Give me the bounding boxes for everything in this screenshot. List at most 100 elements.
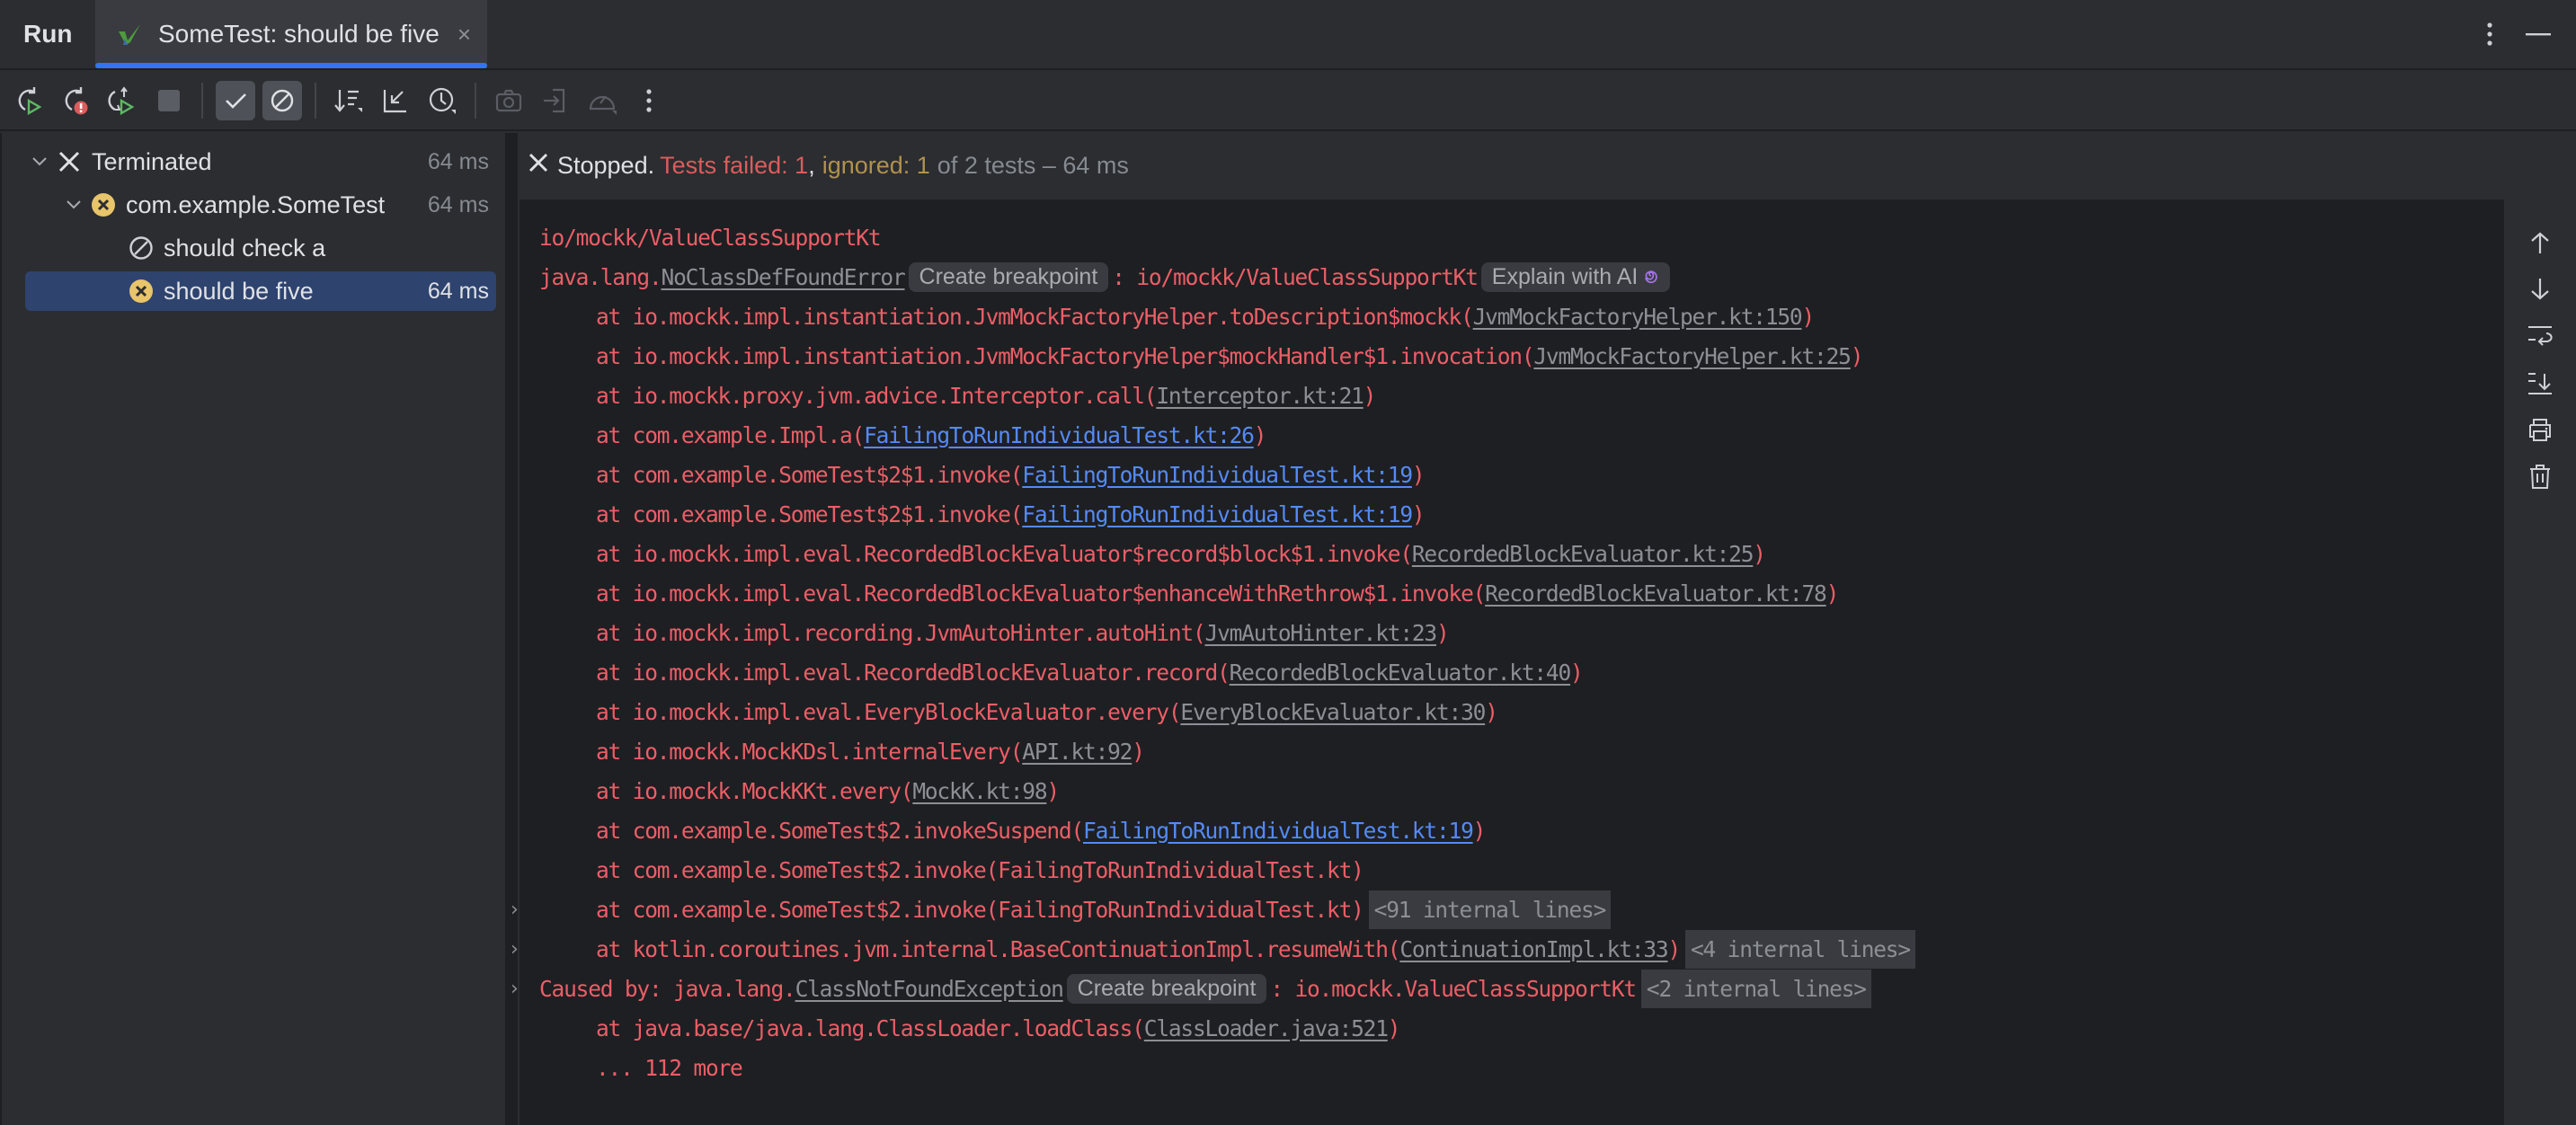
tree-item-duration: 64 ms bbox=[427, 191, 489, 217]
test-ignored-icon bbox=[126, 233, 156, 263]
source-link[interactable]: JvmMockFactoryHelper.kt:150 bbox=[1473, 304, 1803, 330]
frame-method: at com.example.SomeTest$2.invokeSuspend( bbox=[596, 817, 1084, 844]
test-history-button[interactable] bbox=[422, 81, 462, 120]
up-arrow-icon[interactable] bbox=[2522, 225, 2558, 261]
frame-close-paren: ) bbox=[1570, 659, 1584, 686]
tree-item-terminated[interactable]: Terminated 64 ms bbox=[25, 142, 496, 182]
internal-lines-fold[interactable]: <91 internal lines> bbox=[1368, 890, 1612, 929]
chevron-down-icon[interactable] bbox=[59, 199, 88, 210]
tab-sometest-should-be-five[interactable]: SomeTest: should be five × bbox=[95, 0, 487, 68]
source-link[interactable]: FailingToRunIndividualTest.kt:26 bbox=[864, 422, 1255, 448]
toggle-auto-test-button[interactable] bbox=[102, 81, 142, 120]
stack-frame-line: at com.example.SomeTest$2$1.invoke(Faili… bbox=[520, 455, 1426, 494]
soft-wrap-icon[interactable] bbox=[2522, 318, 2558, 354]
stack-frame-line: at io.mockk.proxy.jvm.advice.Interceptor… bbox=[520, 376, 1376, 415]
frame-method: at io.mockk.impl.instantiation.JvmMockFa… bbox=[596, 303, 1474, 330]
frame-close-paren: ) bbox=[1253, 421, 1267, 448]
source-link[interactable]: ClassLoader.java:521 bbox=[1144, 1015, 1389, 1041]
frame-close-paren: ) bbox=[1753, 540, 1766, 567]
sort-button[interactable] bbox=[329, 81, 369, 120]
coverage-button[interactable] bbox=[582, 81, 622, 120]
expand-chevron-icon[interactable]: › bbox=[511, 938, 519, 961]
test-status-bar: Stopped. Tests failed: 1, ignored: 1 of … bbox=[518, 133, 2576, 198]
exception-package: java.lang. bbox=[539, 263, 662, 290]
source-link[interactable]: API.kt:92 bbox=[1022, 739, 1133, 765]
more-vertical-icon[interactable] bbox=[2486, 22, 2493, 46]
splitter[interactable] bbox=[505, 133, 518, 1125]
tree-item-should-be-five[interactable]: should be five 64 ms bbox=[25, 271, 496, 311]
rerun-failed-icon bbox=[65, 87, 88, 115]
status-failed-count: Tests failed: 1 bbox=[660, 151, 809, 179]
stack-frame-line: at io.mockk.impl.eval.EveryBlockEvaluato… bbox=[520, 692, 1498, 731]
console-output[interactable]: io/mockk/ValueClassSupportKt java.lang.N… bbox=[511, 199, 2504, 1125]
test-failed-icon bbox=[126, 276, 156, 306]
source-link[interactable]: FailingToRunIndividualTest.kt:19 bbox=[1022, 501, 1413, 527]
stop-icon bbox=[158, 90, 180, 111]
create-breakpoint-chip[interactable]: Create breakpoint bbox=[1066, 973, 1267, 1004]
explain-with-ai-label: Explain with AI bbox=[1491, 263, 1639, 289]
source-link[interactable]: RecordedBlockEvaluator.kt:25 bbox=[1412, 541, 1754, 567]
frame-close-paren: ) bbox=[1435, 619, 1450, 646]
toolbar-divider bbox=[475, 83, 476, 119]
tree-item-should-check-a[interactable]: should check a bbox=[25, 228, 496, 268]
console-exception-line: java.lang.NoClassDefFoundError Create bre… bbox=[520, 257, 1674, 297]
down-arrow-icon[interactable] bbox=[2522, 271, 2558, 307]
chevron-down-icon[interactable] bbox=[25, 156, 54, 167]
print-icon[interactable] bbox=[2522, 412, 2558, 447]
ai-spiral-icon bbox=[1643, 264, 1659, 290]
explain-with-ai-chip[interactable]: Explain with AI bbox=[1480, 261, 1671, 292]
source-link[interactable]: RecordedBlockEvaluator.kt:40 bbox=[1230, 660, 1572, 686]
source-link[interactable]: FailingToRunIndividualTest.kt:19 bbox=[1083, 818, 1474, 844]
export-results-button[interactable] bbox=[489, 81, 529, 120]
ignored-icon bbox=[271, 89, 294, 112]
scroll-to-end-icon[interactable] bbox=[2522, 365, 2558, 401]
stack-frame-line: at io.mockk.impl.instantiation.JvmMockFa… bbox=[520, 297, 1815, 336]
console-text: io/mockk/ValueClassSupportKt bbox=[539, 224, 882, 251]
source-link[interactable]: FailingToRunIndividualTest.kt:19 bbox=[1022, 462, 1413, 488]
close-icon[interactable]: × bbox=[457, 21, 471, 49]
collapse-all-button[interactable] bbox=[376, 81, 415, 120]
toolbar-more-button[interactable] bbox=[629, 81, 669, 120]
frame-method: at com.example.SomeTest$2.invoke(Failing… bbox=[596, 856, 1364, 883]
internal-lines-fold[interactable]: <4 internal lines> bbox=[1685, 929, 1915, 969]
source-link[interactable]: Interceptor.kt:21 bbox=[1156, 383, 1364, 409]
rerun-failed-button[interactable] bbox=[56, 81, 95, 120]
source-link[interactable]: EveryBlockEvaluator.kt:30 bbox=[1180, 699, 1486, 725]
frame-method: at java.base/java.lang.ClassLoader.loadC… bbox=[596, 1014, 1145, 1041]
frame-close-paren: ) bbox=[1825, 580, 1840, 607]
exception-class-link[interactable]: NoClassDefFoundError bbox=[662, 264, 906, 290]
source-link[interactable]: MockK.kt:98 bbox=[912, 778, 1047, 804]
frame-method: at com.example.Impl.a( bbox=[596, 421, 865, 448]
show-ignored-toggle[interactable] bbox=[262, 81, 302, 120]
trash-icon[interactable] bbox=[2522, 458, 2558, 494]
frame-method: at com.example.SomeTest$2$1.invoke( bbox=[596, 461, 1023, 488]
show-passed-toggle[interactable] bbox=[216, 81, 255, 120]
source-link[interactable]: JvmAutoHinter.kt:23 bbox=[1205, 620, 1438, 646]
stack-frame-line: at com.example.SomeTest$2$1.invoke(Faili… bbox=[520, 494, 1426, 534]
expand-chevron-icon[interactable]: › bbox=[511, 899, 519, 921]
frame-close-paren: ) bbox=[1132, 738, 1145, 765]
exception-class-link[interactable]: ClassNotFoundException bbox=[795, 976, 1064, 1002]
stop-button[interactable] bbox=[149, 81, 189, 120]
expand-chevron-icon[interactable]: › bbox=[511, 978, 519, 1000]
frame-method: at kotlin.coroutines.jvm.internal.BaseCo… bbox=[596, 935, 1401, 962]
status-stopped: Stopped. bbox=[557, 151, 655, 179]
status-ignored-count: ignored: 1 bbox=[822, 151, 930, 179]
internal-lines-fold[interactable]: <2 internal lines> bbox=[1640, 969, 1871, 1008]
source-link[interactable]: JvmMockFactoryHelper.kt:25 bbox=[1533, 343, 1852, 369]
tree-item-sometest-class[interactable]: com.example.SomeTest 64 ms bbox=[25, 185, 496, 225]
source-link[interactable]: ContinuationImpl.kt:33 bbox=[1399, 936, 1668, 962]
source-link[interactable]: RecordedBlockEvaluator.kt:78 bbox=[1485, 580, 1827, 607]
frame-method: at io.mockk.impl.eval.RecordedBlockEvalu… bbox=[596, 580, 1486, 607]
status-comma: , bbox=[808, 151, 815, 179]
stopped-x-icon bbox=[527, 151, 550, 181]
frame-method: at io.mockk.impl.eval.RecordedBlockEvalu… bbox=[596, 659, 1230, 686]
minimize-icon[interactable] bbox=[2526, 32, 2551, 36]
more-frames-line: ... 112 more bbox=[520, 1048, 743, 1087]
rerun-button[interactable] bbox=[9, 81, 49, 120]
import-tests-button[interactable] bbox=[536, 81, 575, 120]
more-vertical-icon bbox=[646, 89, 652, 112]
frame-close-paren: ) bbox=[1667, 935, 1681, 962]
frame-method: at io.mockk.proxy.jvm.advice.Interceptor… bbox=[596, 382, 1158, 409]
create-breakpoint-chip[interactable]: Create breakpoint bbox=[908, 261, 1109, 292]
